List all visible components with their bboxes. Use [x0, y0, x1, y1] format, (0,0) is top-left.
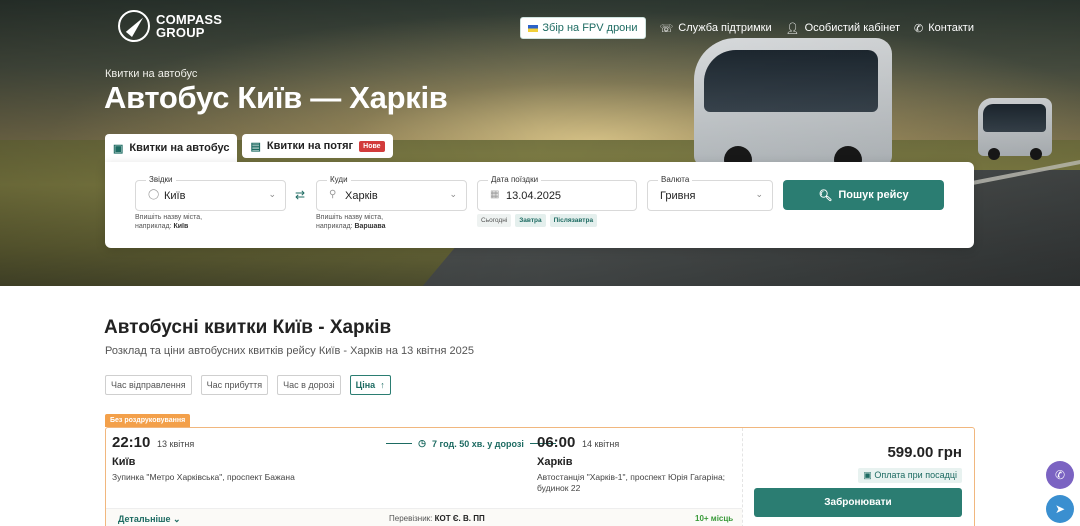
departure-time: 22:10	[112, 434, 151, 451]
to-hint: Впишіть назву міста, наприклад: Варшава	[316, 214, 386, 230]
trip-card: 22:10 13 квітня Київ Зупинка "Метро Харк…	[105, 427, 975, 526]
compass-logo-icon	[118, 10, 150, 42]
to-field[interactable]: Куди ⚲ Харків ⌄	[316, 175, 467, 211]
from-hint: Впишіть назву міста, наприклад: Київ	[135, 214, 203, 230]
no-print-badge: Без роздруковування	[105, 414, 191, 427]
departure-date: 13 квітня	[157, 439, 195, 449]
sort-duration[interactable]: Час в дорозі	[277, 375, 341, 395]
from-field[interactable]: Звідки ◯ Київ ⌄	[135, 175, 286, 211]
sort-bar: Час відправлення Час прибуття Час в доро…	[105, 375, 391, 395]
search-button[interactable]: 🔍︎ Пошук рейсу	[783, 180, 944, 210]
sort-departure[interactable]: Час відправлення	[105, 375, 192, 395]
chip-tomorrow[interactable]: Завтра	[515, 214, 546, 227]
sort-price[interactable]: Ціна ↑	[349, 375, 391, 395]
trip-duration: ◷ 7 год. 50 хв. у дорозі	[386, 438, 556, 449]
tab-bus[interactable]: ▣ Квитки на автобус	[105, 134, 238, 162]
fpv-donation-button[interactable]: Збір на FPV дрони	[520, 17, 646, 39]
arrival-time: 06:00	[537, 434, 576, 451]
transport-tabs: ▣ Квитки на автобус ▤ Квитки на потяг Но…	[105, 134, 393, 162]
trip-price: 599.00 грн	[887, 444, 962, 461]
top-nav: Збір на FPV дрони ☏ Служба підтримки 👤︎ …	[520, 17, 974, 39]
arrival-date: 14 квітня	[582, 439, 620, 449]
swap-icon[interactable]: ⇄	[295, 188, 305, 202]
user-icon: 👤︎	[785, 22, 800, 35]
train-icon: ▤	[250, 140, 261, 153]
new-badge: Нове	[359, 140, 385, 152]
date-field[interactable]: Дата поїздки ▦ 13.04.2025	[477, 175, 637, 211]
section-title: Автобусні квитки Київ - Харків	[104, 317, 392, 338]
page-title: Автобус Київ — Харків	[104, 80, 448, 115]
ukraine-flag-icon	[528, 24, 539, 32]
date-shortcuts: Сьогодні Завтра Післязавтра	[477, 214, 598, 227]
departure-city: Київ	[112, 456, 136, 468]
contacts-link[interactable]: ✆ Контакти	[914, 22, 974, 35]
support-link[interactable]: ☏ Служба підтримки	[660, 22, 772, 35]
currency-select[interactable]: Валюта Гривня ⌄	[647, 175, 773, 211]
phone-icon: ✆	[914, 22, 924, 35]
account-link[interactable]: 👤︎ Особистий кабінет	[786, 22, 900, 35]
headset-icon: ☏	[659, 22, 674, 35]
search-icon: 🔍︎	[818, 189, 833, 202]
sort-arrival[interactable]: Час прибуття	[200, 375, 269, 395]
chip-day-after[interactable]: Післязавтра	[549, 214, 598, 227]
chevron-down-icon: ⌄	[268, 189, 276, 199]
chevron-down-icon: ⌄	[449, 189, 457, 199]
arrival-city: Харків	[537, 456, 573, 468]
departure-stop: Зупинка "Метро Харківська", проспект Баж…	[112, 472, 295, 482]
payment-badge: ▣ Оплата при посадці	[858, 468, 962, 483]
logo[interactable]: COMPASS GROUP	[118, 10, 222, 42]
breadcrumb: Квитки на автобус	[105, 68, 198, 80]
clock-icon: ◷	[418, 438, 426, 448]
telegram-icon[interactable]: ➤	[1046, 495, 1074, 523]
seats-available: 10+ місць	[695, 514, 734, 523]
bus-icon: ▣	[863, 470, 872, 480]
chevron-down-icon: ⌄	[755, 189, 763, 199]
circle-icon: ◯	[148, 189, 160, 200]
arrival-stop: Автостанція "Харків-1", проспект Юрія Га…	[537, 472, 726, 493]
arrow-up-icon: ↑	[380, 380, 385, 390]
search-form: Звідки ◯ Київ ⌄ Впишіть назву міста, нап…	[105, 162, 974, 248]
logo-line2: GROUP	[156, 25, 205, 40]
details-toggle[interactable]: Детальніше ⌄	[118, 514, 181, 525]
viber-icon[interactable]: ✆	[1046, 461, 1074, 489]
chevron-down-icon: ⌄	[173, 514, 181, 524]
carrier-info: Перевізник: КОТ Є. В. ПП	[389, 514, 485, 523]
tab-train[interactable]: ▤ Квитки на потяг Нове	[242, 134, 393, 158]
calendar-icon: ▦	[490, 189, 500, 200]
book-button[interactable]: Забронювати	[754, 488, 962, 517]
chip-today[interactable]: Сьогодні	[477, 214, 512, 227]
location-pin-icon: ⚲	[329, 189, 337, 200]
bus-icon: ▣	[113, 142, 124, 155]
section-subtitle: Розклад та ціни автобусних квитків рейсу…	[105, 345, 475, 357]
